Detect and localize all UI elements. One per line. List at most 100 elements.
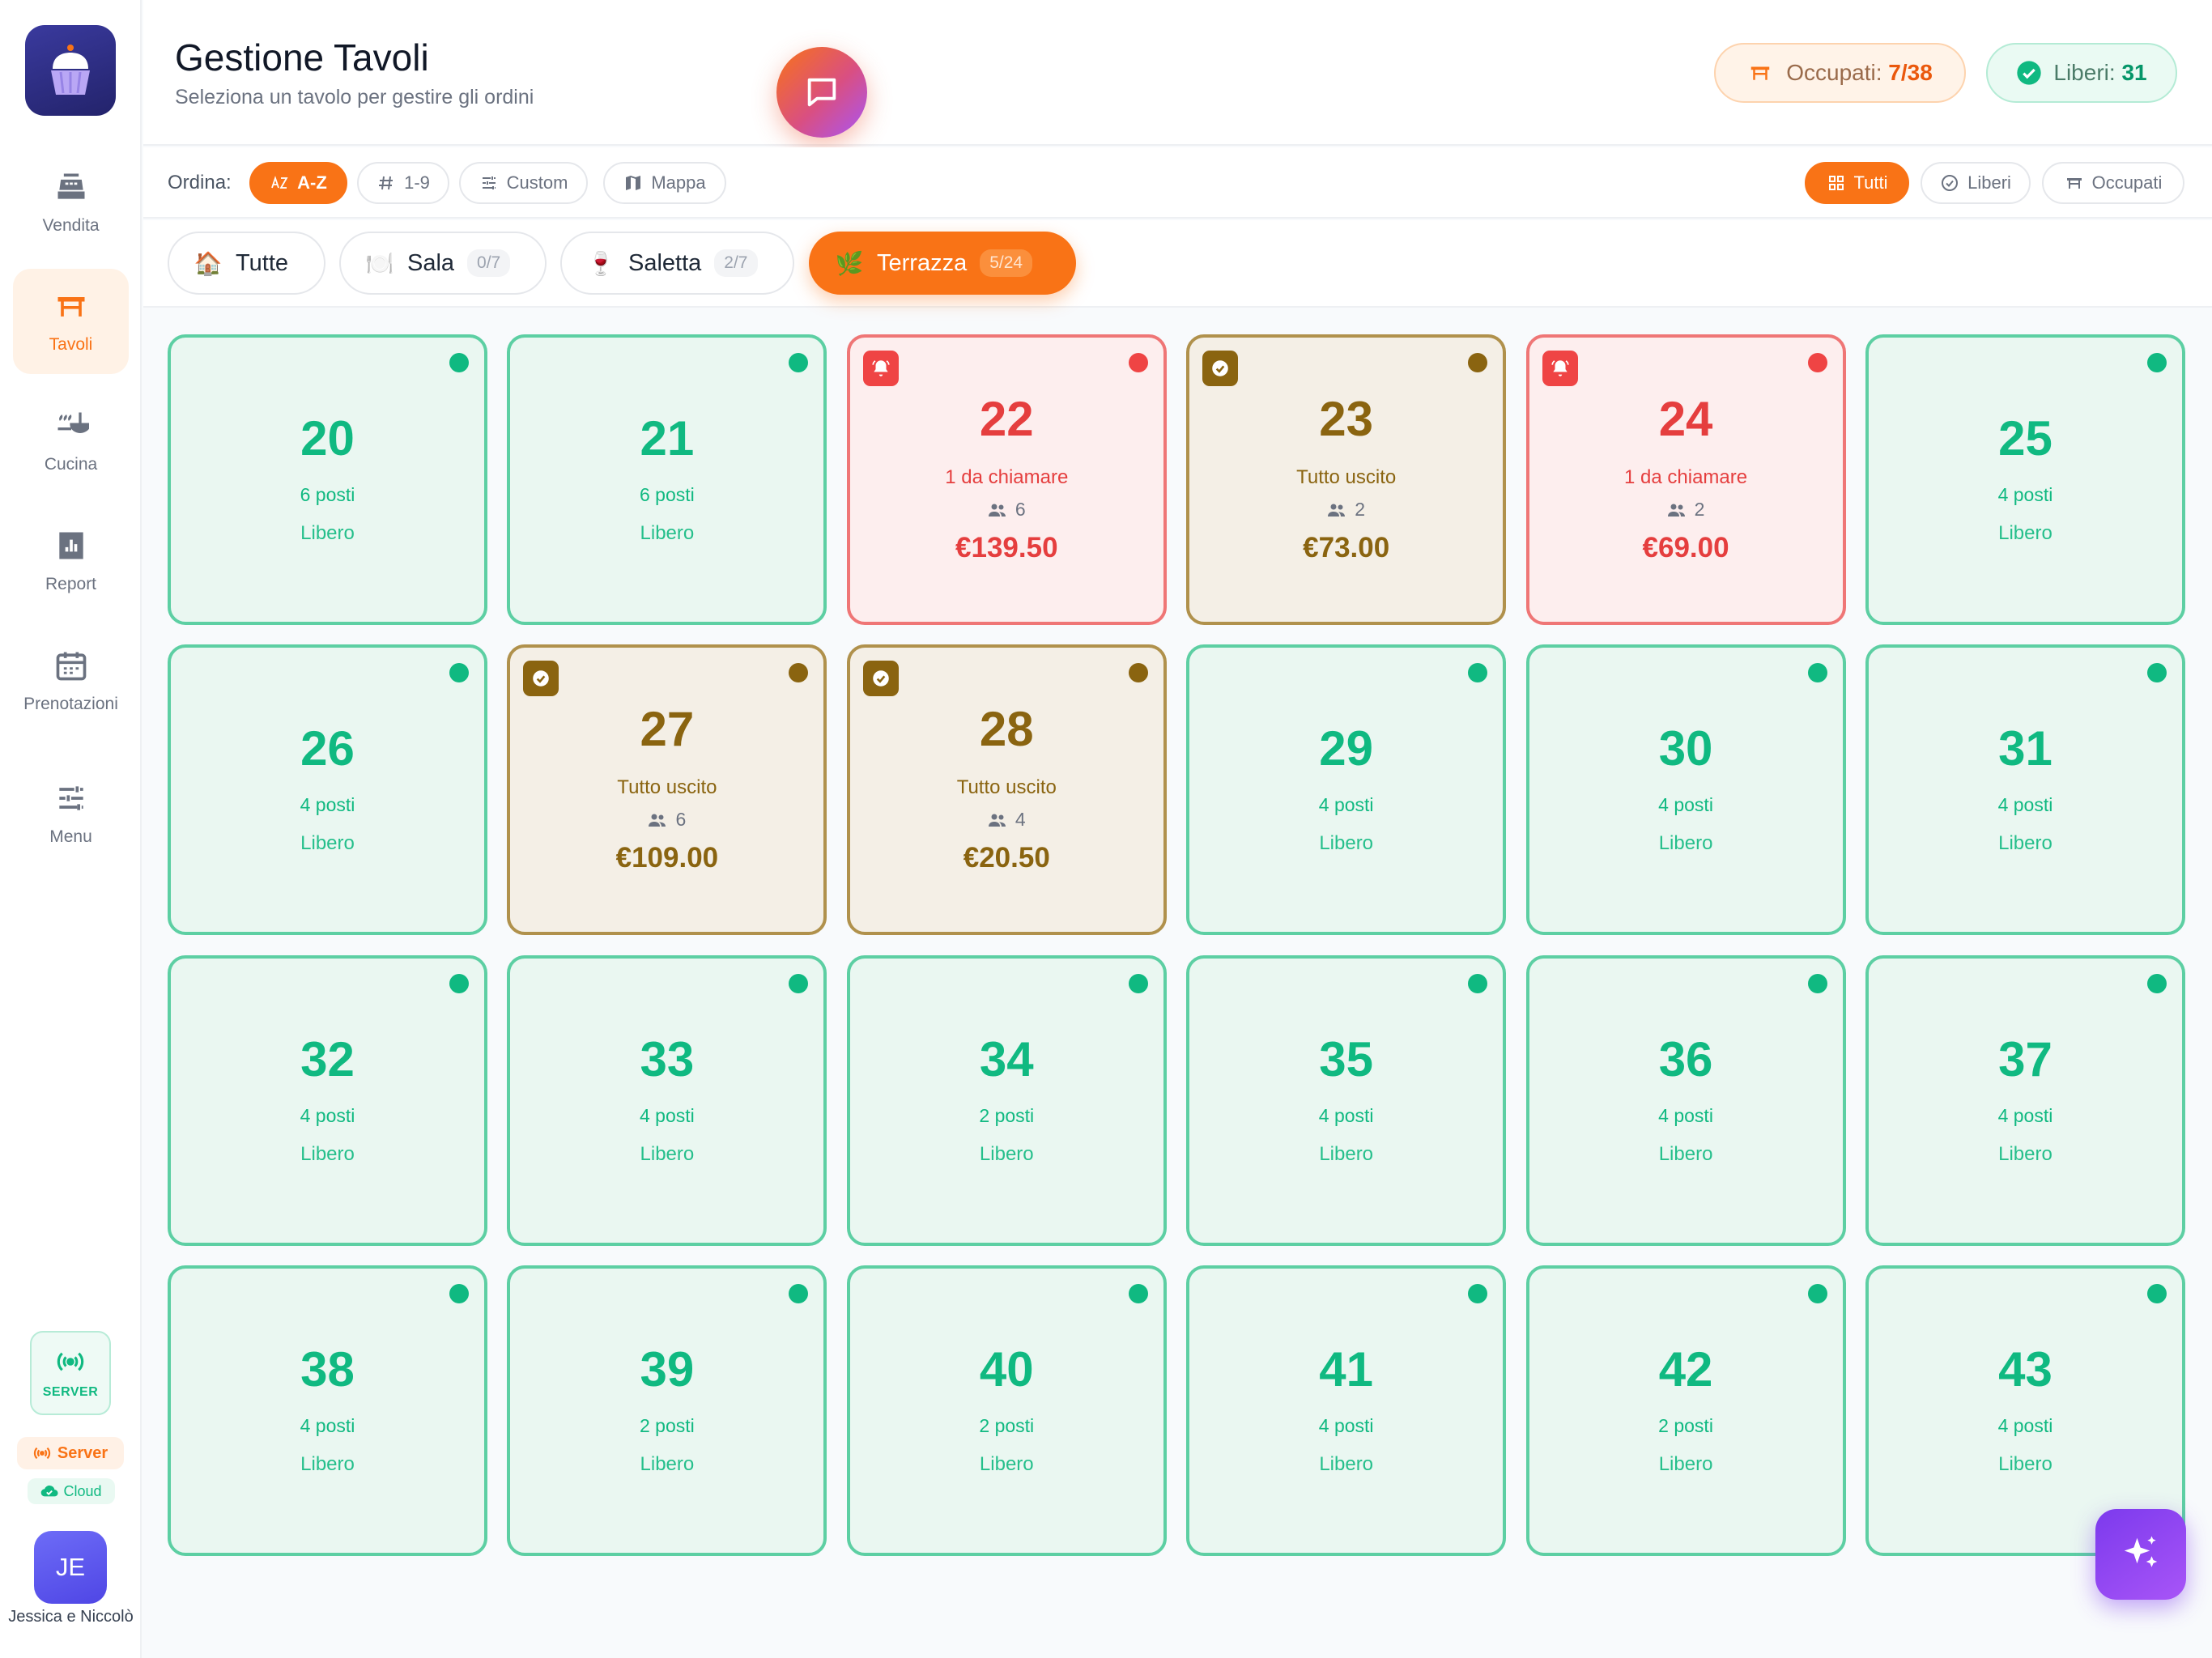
table-seats: 2 posti <box>640 1414 695 1436</box>
table-number: 32 <box>300 1031 355 1086</box>
sort-az-icon <box>271 176 288 189</box>
table-card[interactable]: 36 4 posti Libero <box>1525 954 1846 1246</box>
sidebar-item-label: Menu <box>49 827 92 846</box>
tab-sala[interactable]: 🍽️ Sala 0/7 <box>339 232 547 295</box>
table-card[interactable]: 20 6 posti Libero <box>168 334 487 625</box>
table-card[interactable]: 33 4 posti Libero <box>507 954 827 1246</box>
table-number: 31 <box>1998 721 2052 776</box>
table-card[interactable]: 28 Tutto uscito 4 €20.50 <box>846 644 1167 936</box>
status-dot <box>1807 353 1827 372</box>
table-card[interactable]: 37 4 posti Libero <box>1865 954 2185 1246</box>
guest-count: 6 <box>1015 499 1026 520</box>
table-card[interactable]: 42 2 posti Libero <box>1525 1265 1846 1556</box>
guest-count: 2 <box>1694 499 1705 520</box>
sliders-icon <box>482 176 496 189</box>
table-card[interactable]: 30 4 posti Libero <box>1525 644 1846 936</box>
table-card[interactable]: 24 1 da chiamare 2 €69.00 <box>1525 334 1846 625</box>
table-card[interactable]: 22 1 da chiamare 6 €139.50 <box>846 334 1167 625</box>
table-seats: 4 posti <box>1997 1104 2053 1126</box>
table-card[interactable]: 21 6 posti Libero <box>507 334 827 625</box>
sidebar-item-label: Cucina <box>44 455 98 474</box>
table-state: Libero <box>1658 832 1713 855</box>
sidebar-item-label: Prenotazioni <box>23 695 118 713</box>
status-dot <box>1807 1283 1827 1303</box>
sort-map-button[interactable]: Mappa <box>603 162 726 204</box>
status-dot <box>449 353 469 372</box>
sidebar-item-prenotazioni[interactable]: Prenotazioni <box>13 628 129 733</box>
room-count: 0/7 <box>467 249 511 277</box>
table-state: Libero <box>1319 832 1374 855</box>
sort-number-button[interactable]: 1-9 <box>357 162 449 204</box>
server-pill-label: Server <box>57 1443 108 1462</box>
table-card[interactable]: 32 4 posti Libero <box>168 954 487 1246</box>
table-total: €69.00 <box>1642 532 1729 563</box>
tab-terrazza[interactable]: 🌿 Terrazza 5/24 <box>809 232 1076 295</box>
filter-all-button[interactable]: Tutti <box>1805 162 1909 204</box>
avatar[interactable]: JE <box>34 1531 107 1604</box>
table-state: Libero <box>300 832 355 855</box>
table-seats: 4 posti <box>640 1104 695 1126</box>
filter-free-button[interactable]: Liberi <box>1921 162 2031 204</box>
people-icon <box>1667 503 1687 517</box>
table-icon <box>2066 178 2082 189</box>
people-icon <box>1327 503 1346 517</box>
server-status-box[interactable]: SERVER <box>30 1331 111 1415</box>
table-card[interactable]: 38 4 posti Libero <box>168 1265 487 1556</box>
table-card[interactable]: 31 4 posti Libero <box>1865 644 2185 936</box>
people-icon <box>648 813 667 827</box>
filter-occupied-button[interactable]: Occupati <box>2042 162 2184 204</box>
wine-glass-icon: 🍷 <box>586 250 615 276</box>
table-card[interactable]: 34 2 posti Libero <box>846 954 1167 1246</box>
chat-button[interactable] <box>776 47 867 138</box>
status-dot <box>1468 663 1488 683</box>
sort-az-button[interactable]: A-Z <box>249 162 347 204</box>
table-number: 25 <box>1998 411 2052 466</box>
status-dot <box>2146 1283 2167 1303</box>
status-dot <box>1128 1283 1148 1303</box>
sort-custom-button[interactable]: Custom <box>459 162 588 204</box>
table-card[interactable]: 25 4 posti Libero <box>1865 334 2185 625</box>
ai-assistant-button[interactable] <box>2095 1509 2186 1600</box>
table-total: €73.00 <box>1303 532 1390 563</box>
check-circle-icon <box>1942 175 1959 191</box>
sidebar-item-menu[interactable]: Menu <box>13 761 129 866</box>
table-card[interactable]: 41 4 posti Libero <box>1186 1265 1507 1556</box>
table-seats: 4 posti <box>1997 794 2053 816</box>
status-dot <box>1468 353 1488 372</box>
status-dot <box>789 663 809 683</box>
table-number: 41 <box>1319 1341 1374 1397</box>
table-card[interactable]: 35 4 posti Libero <box>1186 954 1507 1246</box>
room-tabs: 🏠 Tutte 🍽️ Sala 0/7 🍷 Saletta 2/7 🌿 Terr… <box>143 220 2212 308</box>
sidebar-item-label: Tavoli <box>49 335 93 354</box>
table-icon <box>1750 66 1770 80</box>
sparkles-icon <box>2124 1536 2158 1567</box>
tab-saletta[interactable]: 🍷 Saletta 2/7 <box>560 232 794 295</box>
table-card[interactable]: 29 4 posti Libero <box>1186 644 1507 936</box>
table-seats: 4 posti <box>1318 794 1374 816</box>
table-card[interactable]: 39 2 posti Libero <box>507 1265 827 1556</box>
broadcast-icon <box>33 1447 50 1460</box>
sidebar-item-report[interactable]: Report <box>13 508 129 614</box>
table-state: Libero <box>300 522 355 544</box>
table-number: 22 <box>979 392 1034 446</box>
table-card[interactable]: 26 4 posti Libero <box>168 644 487 936</box>
table-card[interactable]: 27 Tutto uscito 6 €109.00 <box>507 644 827 936</box>
tab-tutte[interactable]: 🏠 Tutte <box>168 232 325 295</box>
free-value: 31 <box>2121 60 2147 85</box>
sidebar-item-vendita[interactable]: Vendita <box>13 150 129 255</box>
sidebar-item-tavoli[interactable]: Tavoli <box>13 269 129 374</box>
cupcake-logo-icon[interactable] <box>25 25 116 116</box>
table-card[interactable]: 40 2 posti Libero <box>846 1265 1167 1556</box>
plate-icon: 🍽️ <box>365 250 394 276</box>
table-state: Libero <box>979 1452 1034 1475</box>
table-card[interactable]: 23 Tutto uscito 2 €73.00 <box>1186 334 1507 625</box>
status-dot <box>2146 973 2167 993</box>
status-dot <box>2146 353 2167 372</box>
occupied-counter: Occupati: 7/38 <box>1714 43 1966 103</box>
table-state: Libero <box>640 1142 695 1165</box>
header: Gestione Tavoli Seleziona un tavolo per … <box>143 0 2212 146</box>
sidebar-item-cucina[interactable]: Cucina <box>13 389 129 494</box>
table-number: 40 <box>979 1341 1034 1397</box>
check-circle-icon <box>1202 351 1239 386</box>
page-subtitle: Seleziona un tavolo per gestire gli ordi… <box>175 86 534 108</box>
